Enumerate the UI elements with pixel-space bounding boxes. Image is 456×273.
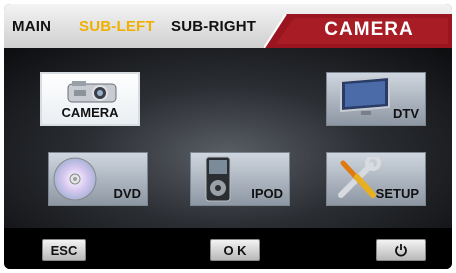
tab-sub-right[interactable]: SUB-RIGHT <box>171 18 256 35</box>
dvd-label: DVD <box>113 186 141 201</box>
dtv-tile[interactable]: DTV <box>326 72 426 126</box>
ok-label: O K <box>223 242 247 258</box>
camera-tile[interactable]: CAMERA <box>40 72 140 126</box>
ipod-tile[interactable]: IPOD <box>190 152 290 206</box>
esc-button[interactable]: ESC <box>42 239 86 261</box>
dtv-label: DTV <box>393 106 419 121</box>
tools-icon <box>338 157 381 198</box>
tab-sub-left[interactable]: SUB-LEFT <box>79 18 155 35</box>
page-title: CAMERA <box>324 19 414 40</box>
disc-icon <box>53 157 97 201</box>
dvd-tile[interactable]: DVD <box>48 152 148 206</box>
bottom-bar: ESC O K <box>4 228 452 269</box>
ipod-icon <box>205 156 231 202</box>
setup-label: SETUP <box>375 186 419 201</box>
power-icon <box>395 244 407 257</box>
ok-button[interactable]: O K <box>210 239 260 261</box>
ipod-label: IPOD <box>251 186 283 201</box>
top-bar: MAIN SUB-LEFT SUB-RIGHT CAMERA <box>4 4 452 48</box>
screen-frame: MAIN SUB-LEFT SUB-RIGHT CAMERA CAMERA DT… <box>4 4 452 269</box>
tv-icon <box>340 77 390 115</box>
tab-main[interactable]: MAIN <box>12 18 51 35</box>
esc-label: ESC <box>50 242 78 258</box>
menu-panel: CAMERA DTV DVD IPOD SETUP <box>4 48 452 228</box>
setup-tile[interactable]: SETUP <box>326 152 426 206</box>
camera-label: CAMERA <box>61 105 119 120</box>
power-button[interactable] <box>376 239 426 261</box>
camera-icon <box>67 81 117 103</box>
